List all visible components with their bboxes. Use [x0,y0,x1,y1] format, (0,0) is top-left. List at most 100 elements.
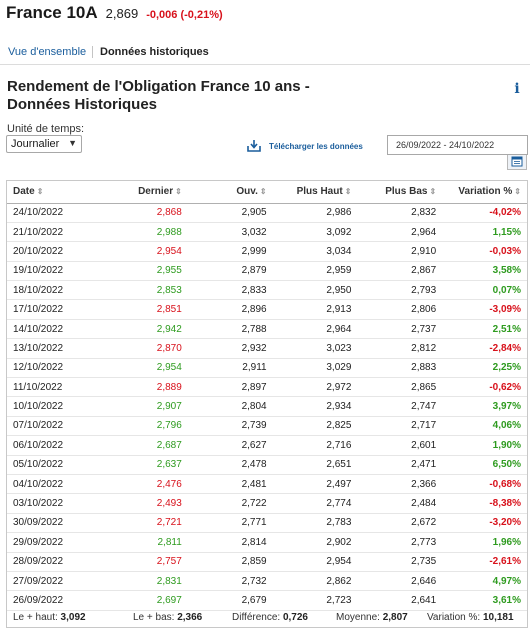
cell-open: 2,722 [187,493,273,514]
cell-high: 2,959 [272,261,358,282]
column-header-last[interactable]: Dernier ⇕ [103,181,188,204]
cell-change: -0,03% [442,241,527,262]
cell-last: 2,796 [103,416,188,437]
cell-change: 3,58% [442,261,527,282]
download-data-button[interactable]: Télécharger les données [246,136,363,156]
cell-open: 2,481 [187,474,273,495]
cell-last: 2,476 [103,474,188,495]
cell-low: 2,747 [357,396,443,417]
column-header-change[interactable]: Variation % ⇕ [442,181,527,204]
cell-last: 2,811 [103,532,188,553]
cell-change: -0,62% [442,377,527,398]
cell-open: 2,732 [187,571,273,592]
time-unit-value: Journalier [11,138,60,150]
tab-overview[interactable]: Vue d'ensemble [8,46,86,58]
cell-low: 2,812 [357,338,443,359]
time-unit-label: Unité de temps: [7,123,85,135]
cell-open: 2,932 [187,338,273,359]
summary-low: Le + bas: 2,366 [133,612,203,623]
cell-date: 06/10/2022 [7,435,103,456]
tab-bar: Vue d'ensemble Données historiques [0,35,530,65]
cell-open: 2,859 [187,552,273,572]
table-row: 21/10/2022 2,988 3,032 3,092 2,964 1,15% [7,222,527,243]
cell-low: 2,484 [357,493,443,514]
summary-average: Moyenne: 2,807 [336,612,408,623]
cell-date: 20/10/2022 [7,241,103,262]
cell-last: 2,493 [103,493,188,514]
column-header-open[interactable]: Ouv. ⇕ [187,181,273,204]
cell-last: 2,687 [103,435,188,456]
table-row: 24/10/2022 2,868 2,905 2,986 2,832 -4,02% [7,203,527,223]
calendar-button[interactable] [507,155,527,170]
instrument-header: France 10A 2,869 -0,006 (-0,21%) [6,3,223,23]
cell-date: 29/09/2022 [7,532,103,553]
cell-open: 2,879 [187,261,273,282]
cell-last: 2,988 [103,222,188,243]
cell-date: 11/10/2022 [7,377,103,398]
cell-last: 2,637 [103,455,188,475]
tab-divider [92,46,93,58]
sort-icon: ⇕ [175,187,182,197]
cell-open: 2,833 [187,280,273,301]
cell-last: 2,907 [103,396,188,417]
cell-date: 05/10/2022 [7,455,103,475]
cell-last: 2,721 [103,513,188,534]
cell-last: 2,831 [103,571,188,592]
cell-change: 3,97% [442,396,527,417]
cell-high: 2,716 [272,435,358,456]
time-unit-select[interactable]: Journalier ▼ [6,135,82,153]
cell-last: 2,954 [103,358,188,379]
table-row: 03/10/2022 2,493 2,722 2,774 2,484 -8,38% [7,493,527,514]
table-row: 28/09/2022 2,757 2,859 2,954 2,735 -2,61% [7,552,527,572]
cell-high: 3,023 [272,338,358,359]
summary-difference: Différence: 0,726 [232,612,308,623]
table-row: 30/09/2022 2,721 2,771 2,783 2,672 -3,20% [7,513,527,534]
instrument-name: France 10A [6,3,98,22]
tab-historical-data[interactable]: Données historiques [100,46,209,58]
cell-low: 2,366 [357,474,443,495]
table-row: 04/10/2022 2,476 2,481 2,497 2,366 -0,68% [7,474,527,495]
sort-icon: ⇕ [344,187,352,197]
date-range-input[interactable]: 26/09/2022 - 24/10/2022 [387,135,528,155]
table-row: 17/10/2022 2,851 2,896 2,913 2,806 -3,09% [7,299,527,320]
cell-date: 13/10/2022 [7,338,103,359]
cell-open: 2,771 [187,513,273,534]
cell-last: 2,870 [103,338,188,359]
column-header-low[interactable]: Plus Bas ⇕ [357,181,443,204]
table-row: 11/10/2022 2,889 2,897 2,972 2,865 -0,62% [7,377,527,398]
cell-high: 2,825 [272,416,358,437]
cell-high: 2,950 [272,280,358,301]
summary-variation: Variation %: 10,181 [427,612,514,623]
cell-last: 2,851 [103,299,188,320]
cell-last: 2,757 [103,552,188,572]
chevron-down-icon: ▼ [68,138,77,148]
cell-date: 28/09/2022 [7,552,103,572]
cell-change: 4,06% [442,416,527,437]
cell-change: -3,09% [442,299,527,320]
cell-open: 2,478 [187,455,273,475]
cell-low: 2,471 [357,455,443,475]
page-title: Rendement de l'Obligation France 10 ans … [7,78,310,113]
cell-open: 2,905 [187,203,273,223]
cell-open: 2,627 [187,435,273,456]
cell-low: 2,883 [357,358,443,379]
table-row: 10/10/2022 2,907 2,804 2,934 2,747 3,97% [7,396,527,417]
cell-date: 18/10/2022 [7,280,103,301]
cell-change: 2,25% [442,358,527,379]
cell-change: 1,15% [442,222,527,243]
cell-change: -0,68% [442,474,527,495]
sort-icon: ⇕ [429,187,437,197]
column-header-date[interactable]: Date ⇕ [7,181,103,204]
cell-open: 2,897 [187,377,273,398]
column-header-high[interactable]: Plus Haut ⇕ [272,181,358,204]
cell-date: 12/10/2022 [7,358,103,379]
cell-low: 2,806 [357,299,443,320]
cell-open: 2,804 [187,396,273,417]
cell-low: 2,832 [357,203,443,223]
calendar-icon [511,156,523,167]
sort-icon: ⇕ [514,187,521,197]
table-row: 13/10/2022 2,870 2,932 3,023 2,812 -2,84% [7,338,527,359]
cell-last: 2,954 [103,241,188,262]
cell-high: 2,913 [272,299,358,320]
info-icon[interactable]: i [510,81,524,97]
